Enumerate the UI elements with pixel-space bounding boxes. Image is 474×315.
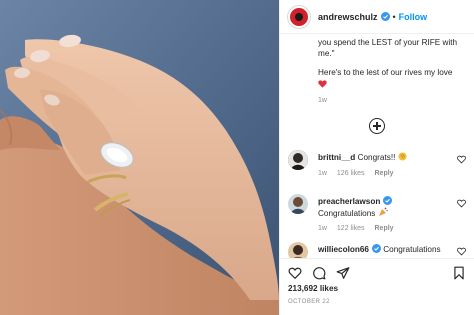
verified-badge-icon bbox=[371, 244, 381, 253]
comment-meta: 1w 126 likes Reply bbox=[318, 170, 402, 177]
commenter-username[interactable]: preacherlawson bbox=[318, 196, 393, 206]
comment-time: 1w bbox=[318, 225, 327, 232]
caption-line-1: you spend the LEST of your RIFE with me.… bbox=[318, 38, 458, 58]
verified-badge-icon bbox=[383, 196, 393, 205]
like-comment-heart-icon[interactable] bbox=[457, 199, 466, 208]
comment-text: williecolon66 Congratulations bbox=[318, 244, 448, 255]
reply-button[interactable]: Reply bbox=[375, 225, 394, 232]
commenter-avatar[interactable] bbox=[288, 194, 308, 214]
avatar-icon bbox=[288, 150, 308, 170]
share-paper-plane-icon[interactable] bbox=[336, 266, 350, 280]
comment-message: Congratulations bbox=[318, 209, 376, 218]
avatar-icon bbox=[288, 242, 308, 258]
follow-button[interactable]: Follow bbox=[399, 12, 428, 22]
comment-bubble-icon[interactable] bbox=[312, 266, 326, 280]
like-comment-heart-icon[interactable] bbox=[457, 247, 466, 256]
header-separator: • bbox=[392, 11, 396, 22]
author-username[interactable]: andrewschulz bbox=[318, 11, 390, 22]
comment-meta: 1w 122 likes Reply bbox=[318, 225, 402, 232]
post-photo[interactable] bbox=[0, 0, 279, 315]
post-date: OCTOBER 22 bbox=[288, 299, 330, 305]
comment-message: Congratulations bbox=[383, 245, 441, 254]
like-comment-heart-icon[interactable] bbox=[457, 155, 466, 164]
load-more-comments-icon[interactable] bbox=[369, 118, 385, 134]
avatar-icon bbox=[288, 194, 308, 214]
reply-button[interactable]: Reply bbox=[375, 170, 394, 177]
ring-hands-photo bbox=[0, 0, 279, 315]
post-caption: you spend the LEST of your RIFE with me.… bbox=[318, 37, 466, 91]
save-bookmark-icon[interactable] bbox=[452, 266, 466, 280]
verified-badge-icon bbox=[380, 11, 390, 21]
comment-item: brittni__d Congrats!! 1w 126 likes Reply bbox=[288, 150, 470, 186]
commenter-avatar[interactable] bbox=[288, 242, 308, 258]
comment-item: preacherlawson Congratulations 1w 122 li… bbox=[288, 194, 470, 232]
post-time: 1w bbox=[318, 97, 327, 104]
clapping-hands-emoji-icon bbox=[398, 152, 407, 161]
post-side-panel: andrewschulz • Follow you spend the LEST… bbox=[279, 0, 474, 315]
party-popper-emoji-icon bbox=[378, 207, 388, 216]
comment-time: 1w bbox=[318, 170, 327, 177]
comment-text: preacherlawson Congratulations bbox=[318, 196, 448, 219]
comment-text: brittni__d Congrats!! bbox=[318, 152, 448, 163]
author-avatar[interactable] bbox=[288, 5, 310, 28]
post-action-bar bbox=[280, 258, 474, 286]
commenter-avatar[interactable] bbox=[288, 150, 308, 170]
caption-line-2: Here's to the lest of our rives my love bbox=[318, 68, 453, 77]
heart-emoji-icon bbox=[318, 80, 327, 88]
commenter-username[interactable]: williecolon66 bbox=[318, 244, 381, 254]
post-likes-count[interactable]: 213,692 likes bbox=[288, 284, 338, 293]
comment-likes[interactable]: 126 likes bbox=[337, 170, 365, 177]
comment-message: Congrats!! bbox=[357, 153, 396, 162]
comment-likes[interactable]: 122 likes bbox=[337, 225, 365, 232]
commenter-username[interactable]: brittni__d bbox=[318, 153, 355, 162]
comment-item: williecolon66 Congratulations bbox=[288, 242, 470, 258]
like-heart-icon[interactable] bbox=[288, 266, 302, 280]
post-header: andrewschulz • Follow bbox=[280, 0, 474, 34]
